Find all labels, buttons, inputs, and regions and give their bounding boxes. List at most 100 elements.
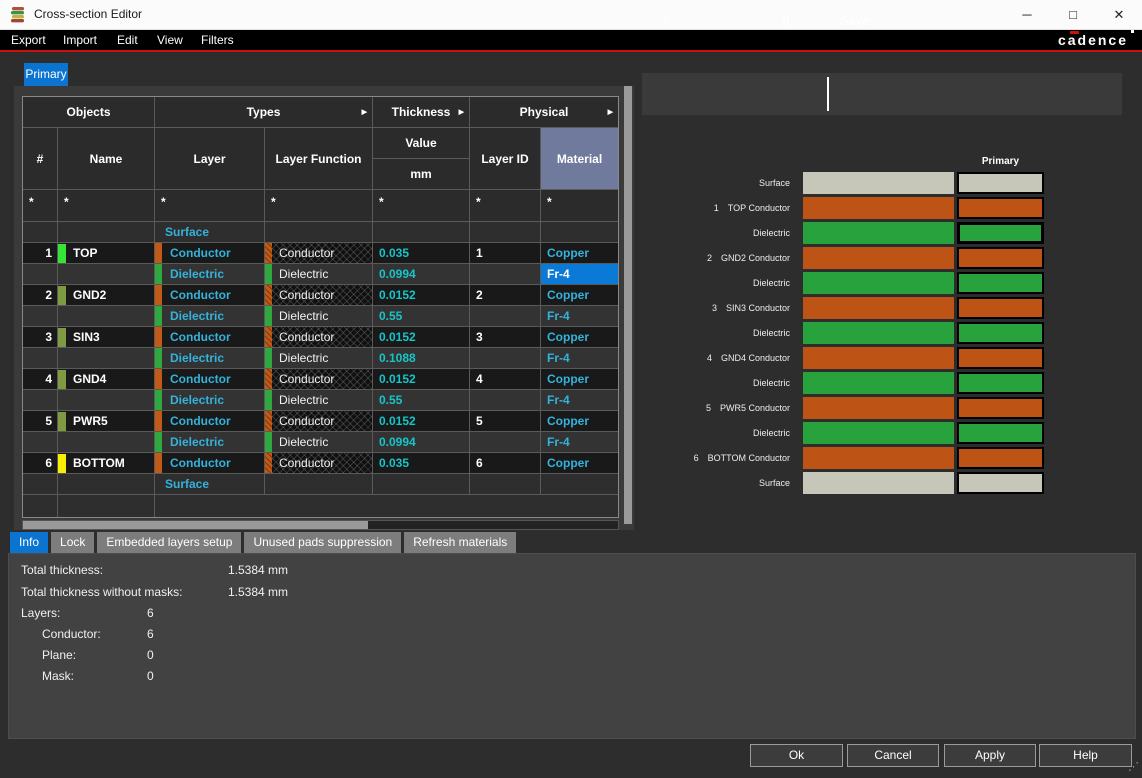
col-group-objects[interactable]: Objects [23, 97, 155, 127]
close-button-icon[interactable]: ✕ [1096, 0, 1142, 30]
stackup-primary-bar-dielectric[interactable] [957, 372, 1044, 394]
table-row-conductor[interactable]: 6 BOTTOM Conductor Conductor 0.035 6 Cop… [23, 453, 618, 474]
stackup-bar-surface[interactable] [803, 172, 954, 194]
ok-button[interactable]: Ok [750, 744, 843, 767]
stackup-bar-dielectric[interactable] [803, 222, 954, 244]
thickness-value[interactable]: 0.0152 [373, 327, 470, 347]
material-cell[interactable]: Fr-4 [541, 432, 618, 452]
material-cell-selected[interactable]: Fr-4 [541, 264, 618, 284]
table-horizontal-scrollbar[interactable] [22, 520, 619, 530]
col-group-physical[interactable]: Physical▶ [470, 97, 618, 127]
stackup-bar-conductor[interactable] [803, 247, 954, 269]
tab-info[interactable]: Info [10, 532, 48, 553]
filter-layer[interactable]: * [155, 190, 265, 221]
stackup-primary-bar-conductor[interactable] [957, 197, 1044, 219]
expand-arrow-icon[interactable]: ▶ [362, 108, 367, 116]
expand-arrow-icon[interactable]: ▶ [459, 108, 464, 116]
stackup-bar-surface[interactable] [803, 472, 954, 494]
col-header-name[interactable]: Name [58, 128, 155, 189]
menu-edit[interactable]: Edit [117, 30, 138, 50]
menu-filters[interactable]: Filters [201, 30, 234, 50]
filter-num[interactable]: * [23, 190, 58, 221]
table-row-dielectric[interactable]: Dielectric Dielectric 0.55 Fr-4 [23, 390, 618, 411]
cancel-button[interactable]: Cancel [847, 744, 939, 767]
material-cell[interactable]: Copper [541, 453, 618, 473]
table-row-dielectric[interactable]: Dielectric Dielectric 0.0994 Fr-4 [23, 432, 618, 453]
stackup-bar-dielectric[interactable] [803, 422, 954, 444]
save-button[interactable]: Save [840, 0, 900, 42]
stackup-primary-bar-surface[interactable] [957, 472, 1044, 494]
thickness-value[interactable]: 0.0994 [373, 432, 470, 452]
menu-view[interactable]: View [157, 30, 183, 50]
thickness-value[interactable]: 0.0152 [373, 285, 470, 305]
filter-name[interactable]: * [58, 190, 155, 221]
table-row-surface[interactable]: Surface [23, 222, 618, 243]
stackup-bar-dielectric[interactable] [803, 322, 954, 344]
table-row-dielectric[interactable]: Dielectric Dielectric 0.1088 Fr-4 [23, 348, 618, 369]
thickness-value[interactable]: 0.1088 [373, 348, 470, 368]
stackup-bar-conductor[interactable] [803, 397, 954, 419]
thickness-value[interactable]: 0.0994 [373, 264, 470, 284]
stackup-bar-conductor[interactable] [803, 297, 954, 319]
stackup-primary-bar-dielectric[interactable] [957, 422, 1044, 444]
table-row-dielectric[interactable]: Dielectric Dielectric 0.0994 Fr-4 [23, 264, 618, 285]
material-cell[interactable]: Copper [541, 369, 618, 389]
add-layer-button[interactable]: + [646, 0, 686, 42]
apply-button[interactable]: Apply [944, 744, 1036, 767]
thickness-value[interactable]: 0.035 [373, 453, 470, 473]
material-cell[interactable]: Copper [541, 243, 618, 263]
stackup-primary-bar-conductor[interactable] [957, 397, 1044, 419]
stackup-bar-dielectric[interactable] [803, 372, 954, 394]
material-cell[interactable]: Fr-4 [541, 390, 618, 410]
expand-arrow-icon[interactable]: ▶ [608, 108, 613, 116]
table-row-dielectric[interactable]: Dielectric Dielectric 0.55 Fr-4 [23, 306, 618, 327]
remove-layer-button[interactable]: - [706, 0, 746, 42]
col-header-mm[interactable]: mm [373, 159, 469, 189]
stackup-bar-conductor[interactable] [803, 347, 954, 369]
filter-layer-function[interactable]: * [265, 190, 373, 221]
col-header-layer[interactable]: Layer [155, 128, 265, 189]
thickness-value[interactable]: 0.55 [373, 306, 470, 326]
tab-primary[interactable]: Primary [24, 63, 68, 86]
thickness-value[interactable]: 0.0152 [373, 369, 470, 389]
maximize-button-icon[interactable]: □ [1050, 0, 1096, 30]
table-row-conductor[interactable]: 4 GND4 Conductor Conductor 0.0152 4 Copp… [23, 369, 618, 390]
table-row-conductor[interactable]: 1 TOP Conductor Conductor 0.035 1 Copper [23, 243, 618, 264]
stackup-primary-bar-conductor[interactable] [957, 297, 1044, 319]
tab-lock[interactable]: Lock [51, 532, 94, 553]
stackup-bar-dielectric[interactable] [803, 272, 954, 294]
col-group-types[interactable]: Types▶ [155, 97, 373, 127]
table-row-conductor[interactable]: 2 GND2 Conductor Conductor 0.0152 2 Copp… [23, 285, 618, 306]
stackup-primary-bar-conductor[interactable] [957, 247, 1044, 269]
col-header-layer-id[interactable]: Layer ID [470, 128, 541, 189]
table-row-surface[interactable]: Surface [23, 474, 618, 495]
brackets-button[interactable]: [] [766, 0, 806, 42]
tab-refresh-materials[interactable]: Refresh materials [404, 532, 516, 553]
material-cell[interactable]: Fr-4 [541, 306, 618, 326]
stackup-primary-bar-conductor[interactable] [957, 347, 1044, 369]
table-row-conductor[interactable]: 5 PWR5 Conductor Conductor 0.0152 5 Copp… [23, 411, 618, 432]
col-header-num[interactable]: # [23, 128, 58, 189]
filter-value[interactable]: * [373, 190, 470, 221]
material-cell[interactable]: Fr-4 [541, 348, 618, 368]
stackup-primary-bar-dielectric[interactable] [957, 322, 1044, 344]
material-cell[interactable]: Copper [541, 327, 618, 347]
material-cell[interactable]: Copper [541, 285, 618, 305]
tab-unused-pads-suppression[interactable]: Unused pads suppression [244, 532, 401, 553]
minimize-button-icon[interactable]: ─ [1004, 0, 1050, 30]
help-button[interactable]: Help [1039, 744, 1132, 767]
tab-embedded-layers-setup[interactable]: Embedded layers setup [97, 532, 241, 553]
thickness-value[interactable]: 0.0152 [373, 411, 470, 431]
menu-import[interactable]: Import [63, 30, 97, 50]
col-header-value[interactable]: Value [373, 128, 469, 159]
col-header-layer-function[interactable]: Layer Function [265, 128, 373, 189]
resize-grip[interactable]: ⋰ [1128, 762, 1140, 774]
thickness-value[interactable]: 0.035 [373, 243, 470, 263]
col-group-thickness[interactable]: Thickness▶ [373, 97, 470, 127]
stackup-bar-conductor[interactable] [803, 447, 954, 469]
material-cell[interactable]: Copper [541, 411, 618, 431]
thickness-value[interactable]: 0.55 [373, 390, 470, 410]
stackup-primary-bar-dielectric[interactable] [957, 272, 1044, 294]
filter-layer-id[interactable]: * [470, 190, 541, 221]
filter-material[interactable]: * [541, 190, 618, 221]
